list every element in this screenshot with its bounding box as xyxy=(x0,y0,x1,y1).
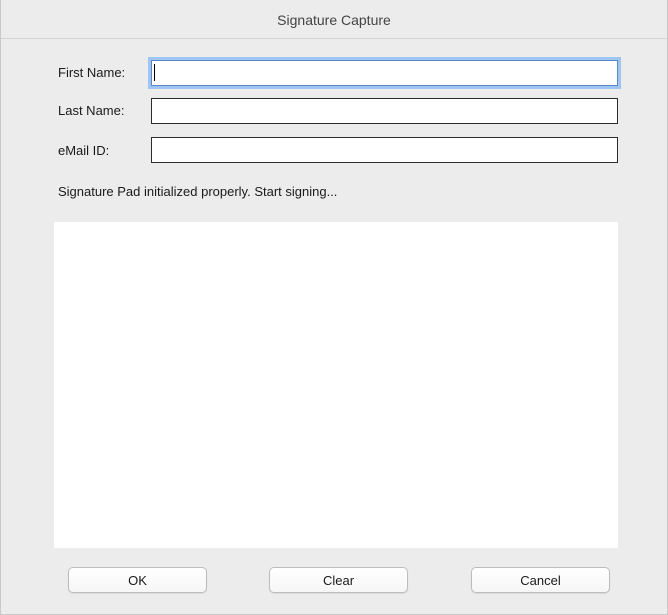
ok-button[interactable]: OK xyxy=(68,567,207,593)
text-caret xyxy=(154,64,155,81)
first-name-input[interactable] xyxy=(151,60,618,86)
window-title: Signature Capture xyxy=(277,12,391,28)
email-input[interactable] xyxy=(151,137,618,163)
last-name-input[interactable] xyxy=(151,98,618,124)
title-bar[interactable]: Signature Capture xyxy=(1,0,667,39)
email-label: eMail ID: xyxy=(58,143,110,158)
last-name-label: Last Name: xyxy=(58,103,125,118)
status-message: Signature Pad initialized properly. Star… xyxy=(58,184,338,199)
signature-pad[interactable] xyxy=(54,222,618,548)
first-name-label: First Name: xyxy=(58,65,126,80)
signature-capture-window: Signature Capture First Name: Last Name:… xyxy=(0,0,668,615)
clear-button[interactable]: Clear xyxy=(269,567,408,593)
cancel-button[interactable]: Cancel xyxy=(471,567,610,593)
